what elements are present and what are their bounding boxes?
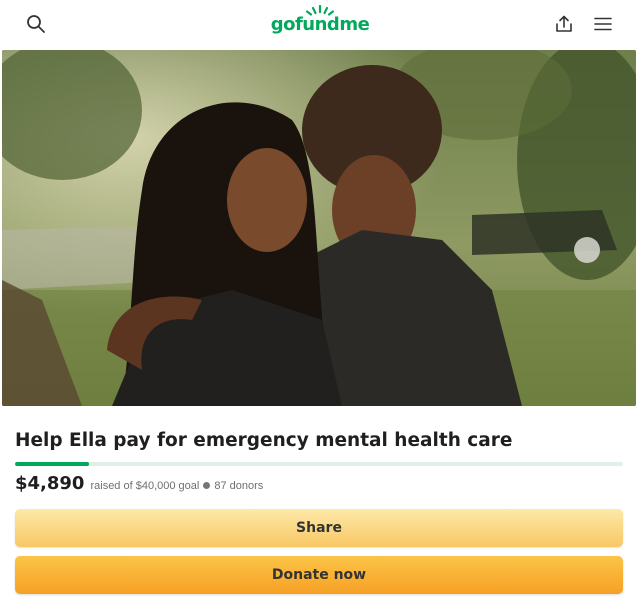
hamburger-menu-icon [594, 17, 612, 31]
amount-raised: $4,890 [15, 473, 85, 494]
progress-bar-fill [15, 462, 90, 466]
fundraising-stats: $4,890 raised of $40,000 goal 87 donors [15, 473, 263, 494]
donors-count[interactable]: 87 donors [214, 480, 263, 492]
top-header: gofundme [0, 0, 640, 48]
share-upload-icon [556, 15, 572, 32]
share-button[interactable]: Share [15, 509, 623, 547]
search-icon [27, 15, 45, 33]
progress-bar [15, 462, 623, 466]
search-button[interactable] [20, 8, 52, 40]
campaign-title[interactable]: Help Ella pay for emergency mental healt… [15, 430, 512, 451]
header-share-button[interactable] [548, 8, 580, 40]
separator-dot-icon [203, 482, 211, 489]
menu-button[interactable] [587, 8, 619, 40]
goal-text: raised of $40,000 goal [90, 480, 200, 492]
campaign-hero-image[interactable] [2, 50, 636, 406]
logo-text: gofundme [270, 14, 370, 35]
gofundme-logo[interactable]: gofundme [270, 4, 370, 40]
hero-photo [2, 50, 636, 406]
donate-now-button[interactable]: Donate now [15, 556, 623, 594]
